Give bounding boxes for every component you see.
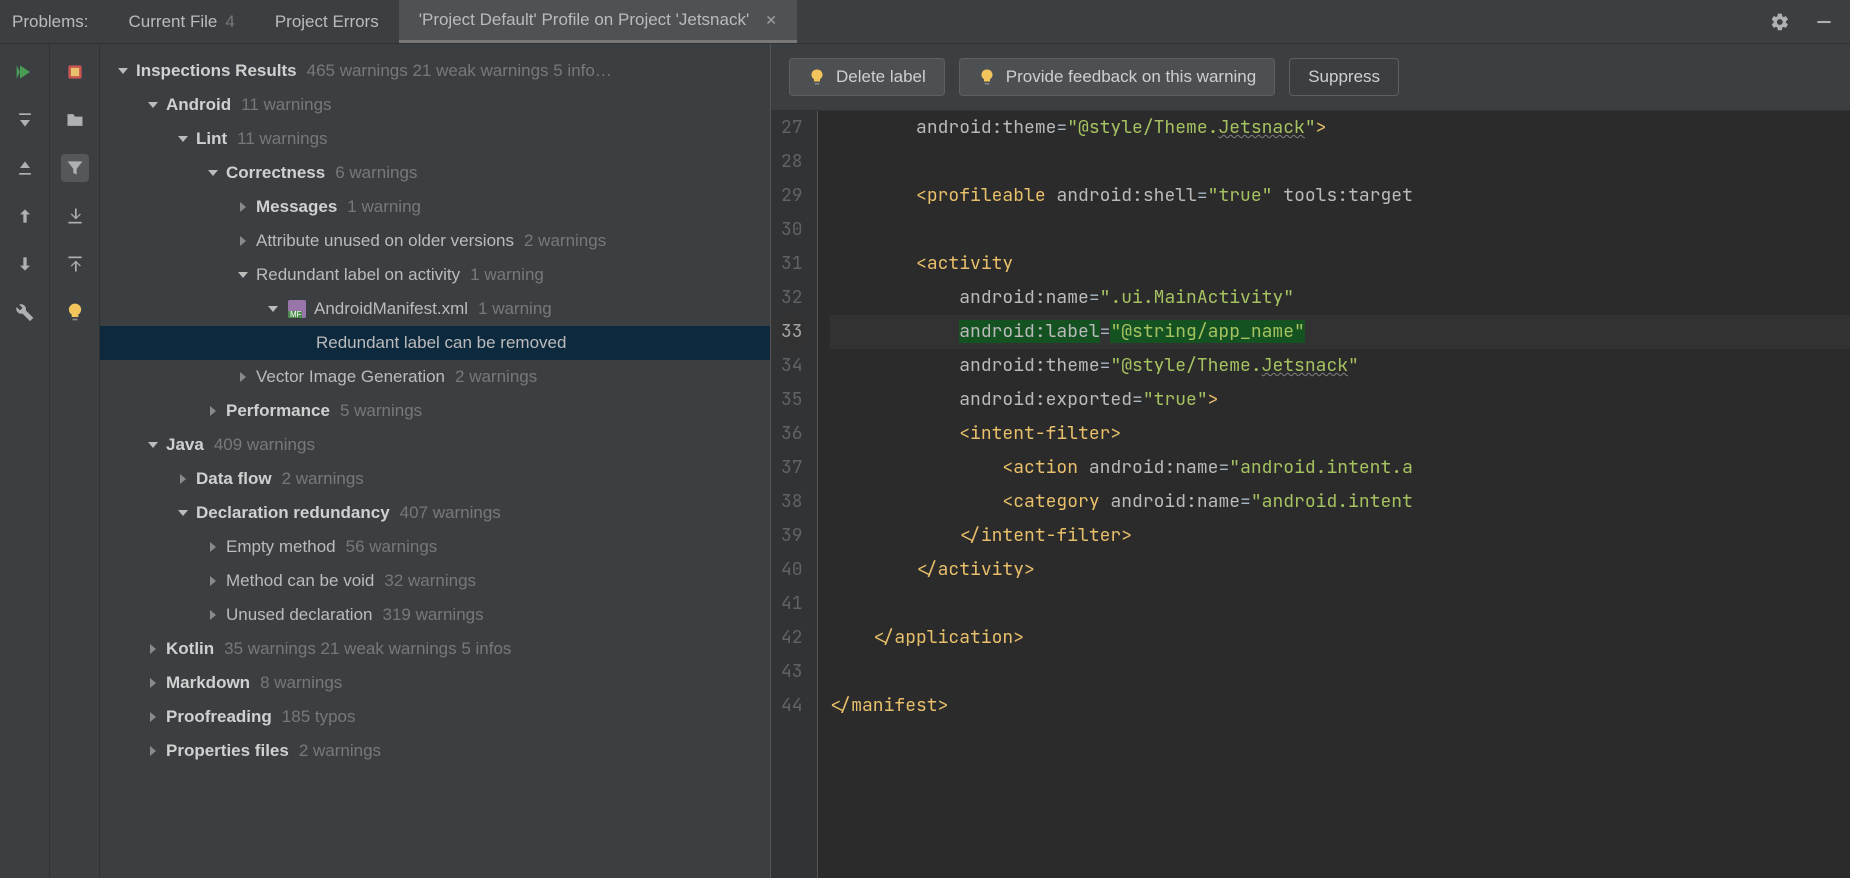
tree-root-label: Inspections Results xyxy=(136,61,297,81)
toolbar-col-1 xyxy=(0,44,50,878)
suppress-button[interactable]: Suppress xyxy=(1289,58,1399,96)
manifest-file-icon: MF xyxy=(286,300,308,318)
toolbar-col-2 xyxy=(50,44,100,878)
chevron-right-icon[interactable] xyxy=(234,232,252,250)
chevron-right-icon[interactable] xyxy=(204,572,222,590)
tree-item[interactable]: MFAndroidManifest.xml1 warning xyxy=(100,292,770,326)
chevron-down-icon[interactable] xyxy=(264,300,282,318)
filter-icon[interactable] xyxy=(61,154,89,182)
delete-label-button[interactable]: Delete label xyxy=(789,58,945,96)
action-bar: Delete label Provide feedback on this wa… xyxy=(771,44,1850,111)
tree-item[interactable]: Data flow2 warnings xyxy=(100,462,770,496)
tree-item[interactable]: Messages1 warning xyxy=(100,190,770,224)
chevron-right-icon[interactable] xyxy=(204,538,222,556)
collapse-bottom-icon[interactable] xyxy=(11,154,39,182)
code-content[interactable]: android:theme="@style/Theme.Jetsnack"> <… xyxy=(818,111,1850,878)
export-icon[interactable] xyxy=(61,250,89,278)
header-bar: Problems: Current File 4Project Errors'P… xyxy=(0,0,1850,44)
chevron-down-icon[interactable] xyxy=(144,436,162,454)
tree-item[interactable]: Proofreading185 typos xyxy=(100,700,770,734)
gear-icon[interactable] xyxy=(1766,8,1794,36)
chevron-down-icon[interactable] xyxy=(144,96,162,114)
chevron-right-icon[interactable] xyxy=(174,470,192,488)
header-tab[interactable]: Current File 4 xyxy=(109,0,255,43)
header-tabs: Current File 4Project Errors'Project Def… xyxy=(109,0,1766,43)
wrench-icon[interactable] xyxy=(11,298,39,326)
header-tab[interactable]: Project Errors xyxy=(255,0,399,43)
up-arrow-icon[interactable] xyxy=(11,202,39,230)
tree-item[interactable]: Unused declaration319 warnings xyxy=(100,598,770,632)
chevron-down-icon[interactable] xyxy=(174,130,192,148)
code-editor[interactable]: 272829303132333435363738394041424344 and… xyxy=(771,111,1850,878)
chevron-right-icon[interactable] xyxy=(234,368,252,386)
inspection-tree[interactable]: Inspections Results 465 warnings 21 weak… xyxy=(100,44,770,878)
tree-item[interactable]: Empty method56 warnings xyxy=(100,530,770,564)
tree-item[interactable]: Attribute unused on older versions2 warn… xyxy=(100,224,770,258)
tree-item[interactable]: Declaration redundancy407 warnings xyxy=(100,496,770,530)
tree-item[interactable]: Performance5 warnings xyxy=(100,394,770,428)
chevron-down-icon[interactable] xyxy=(234,266,252,284)
chevron-down-icon[interactable] xyxy=(174,504,192,522)
panel-title: Problems: xyxy=(12,12,89,32)
bulb-icon[interactable] xyxy=(61,298,89,326)
import-icon[interactable] xyxy=(61,202,89,230)
tree-item[interactable]: Properties files2 warnings xyxy=(100,734,770,768)
close-icon[interactable]: ✕ xyxy=(765,12,777,29)
tree-item[interactable]: Correctness6 warnings xyxy=(100,156,770,190)
svg-text:MF: MF xyxy=(290,310,302,318)
tree-item[interactable]: Redundant label on activity1 warning xyxy=(100,258,770,292)
feedback-button[interactable]: Provide feedback on this warning xyxy=(959,58,1275,96)
tree-item[interactable]: Markdown8 warnings xyxy=(100,666,770,700)
chevron-right-icon[interactable] xyxy=(234,198,252,216)
rerun-icon[interactable] xyxy=(11,58,39,86)
minimize-icon[interactable] xyxy=(1810,8,1838,36)
tree-item[interactable]: Kotlin35 warnings 21 weak warnings 5 inf… xyxy=(100,632,770,666)
folder-icon[interactable] xyxy=(61,106,89,134)
chevron-right-icon[interactable] xyxy=(144,708,162,726)
breakpoint-icon[interactable] xyxy=(61,58,89,86)
tree-root-count: 465 warnings 21 weak warnings 5 info… xyxy=(307,61,612,81)
chevron-down-icon[interactable] xyxy=(114,62,132,80)
tree-item[interactable]: Java409 warnings xyxy=(100,428,770,462)
tree-item[interactable]: Vector Image Generation2 warnings xyxy=(100,360,770,394)
chevron-right-icon[interactable] xyxy=(144,742,162,760)
chevron-right-icon[interactable] xyxy=(144,640,162,658)
header-tab[interactable]: 'Project Default' Profile on Project 'Je… xyxy=(399,0,797,43)
chevron-right-icon[interactable] xyxy=(144,674,162,692)
tree-root[interactable]: Inspections Results 465 warnings 21 weak… xyxy=(100,54,770,88)
tree-item[interactable]: Redundant label can be removed xyxy=(100,326,770,360)
tree-item[interactable]: Method can be void32 warnings xyxy=(100,564,770,598)
right-panel: Delete label Provide feedback on this wa… xyxy=(770,44,1850,878)
chevron-down-icon[interactable] xyxy=(204,164,222,182)
chevron-right-icon[interactable] xyxy=(204,402,222,420)
down-arrow-icon[interactable] xyxy=(11,250,39,278)
tree-item[interactable]: Android11 warnings xyxy=(100,88,770,122)
collapse-top-icon[interactable] xyxy=(11,106,39,134)
tree-item[interactable]: Lint11 warnings xyxy=(100,122,770,156)
chevron-right-icon[interactable] xyxy=(204,606,222,624)
line-gutter: 272829303132333435363738394041424344 xyxy=(771,111,818,878)
